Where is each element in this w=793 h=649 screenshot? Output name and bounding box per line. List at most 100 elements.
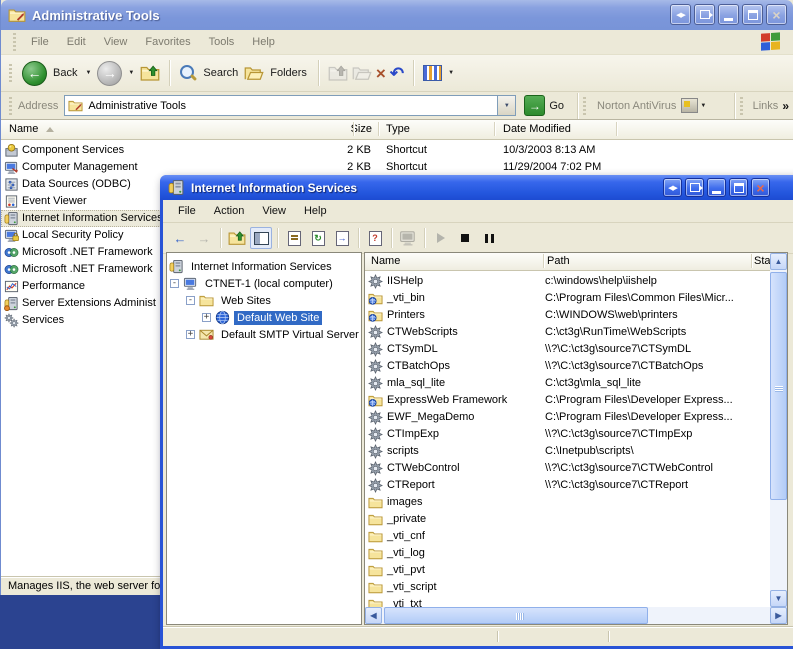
list-item[interactable]: CTSymDL\\?\C:\ct3g\source7\CTSymDL — [365, 341, 771, 358]
menu-help[interactable]: Help — [295, 203, 336, 219]
address-dropdown-button[interactable]: ▼ — [497, 96, 515, 115]
column-divider[interactable] — [353, 122, 354, 136]
copy-to-button[interactable] — [352, 63, 372, 83]
list-item[interactable]: _vti_cnf — [365, 528, 771, 545]
horizontal-scroll-thumb[interactable] — [384, 607, 648, 624]
detach-window-button[interactable] — [685, 178, 704, 197]
list-item[interactable]: EWF_MegaDemoC:\Program Files\Developer E… — [365, 409, 771, 426]
scroll-left-button[interactable]: ◀ — [365, 607, 382, 624]
views-dropdown-icon[interactable]: ▼ — [448, 70, 454, 76]
norton-antivirus-label[interactable]: Norton AntiVirus — [597, 100, 676, 112]
list-item[interactable]: _vti_log — [365, 545, 771, 562]
admin-title-bar[interactable]: Administrative Tools ◀▶ × — [1, 0, 793, 30]
iis-title-bar[interactable]: Internet Information Services ◀▶ × — [160, 175, 793, 200]
toolbar-grip[interactable] — [13, 33, 16, 51]
menu-file[interactable]: File — [169, 203, 205, 219]
address-value[interactable]: Administrative Tools — [88, 100, 497, 112]
list-item[interactable]: Component Services 2 KB Shortcut 10/3/20… — [1, 142, 793, 159]
minimize-button[interactable] — [707, 178, 726, 197]
tree-node-default-web-site[interactable]: + Default Web Site — [202, 309, 322, 326]
folders-button[interactable] — [244, 63, 264, 83]
vertical-scrollbar[interactable]: ▲ ▼ — [770, 253, 787, 607]
column-divider[interactable] — [378, 122, 379, 136]
column-header-name[interactable]: Name — [9, 123, 54, 135]
list-item[interactable]: PrintersC:\WINDOWS\web\printers — [365, 307, 771, 324]
scroll-right-button[interactable]: ▶ — [770, 607, 787, 624]
column-header-type[interactable]: Type — [386, 123, 410, 135]
toolbar-grip[interactable] — [740, 97, 743, 115]
export-list-button[interactable]: → — [331, 227, 353, 249]
folders-label[interactable]: Folders — [270, 67, 307, 79]
pan-left-right-button[interactable]: ◀▶ — [670, 4, 691, 25]
back-dropdown-icon[interactable]: ▼ — [85, 70, 91, 76]
column-header-size[interactable]: Size — [306, 123, 372, 135]
column-divider[interactable] — [543, 254, 544, 268]
tree-node-web-sites[interactable]: - Web Sites — [186, 292, 274, 309]
menu-action[interactable]: Action — [205, 203, 254, 219]
close-button[interactable]: × — [751, 178, 770, 197]
scroll-down-button[interactable]: ▼ — [770, 590, 787, 607]
list-item[interactable]: scriptsC:\Inetpub\scripts\ — [365, 443, 771, 460]
list-item[interactable]: _private — [365, 511, 771, 528]
start-item-button[interactable] — [430, 227, 452, 249]
detach-window-button[interactable] — [694, 4, 715, 25]
collapse-icon[interactable]: - — [170, 279, 179, 288]
refresh-button[interactable]: ↻ — [307, 227, 329, 249]
maximize-button[interactable] — [742, 4, 763, 25]
scroll-up-button[interactable]: ▲ — [770, 253, 787, 270]
norton-dropdown-icon[interactable]: ▼ — [700, 103, 706, 109]
toolbar-grip[interactable] — [9, 97, 12, 115]
column-divider[interactable] — [616, 122, 617, 136]
address-combo[interactable]: Administrative Tools ▼ — [64, 95, 516, 116]
list-item[interactable]: images — [365, 494, 771, 511]
back-label[interactable]: Back — [53, 67, 77, 79]
tree-node-computer[interactable]: - CTNET-1 (local computer) — [170, 275, 336, 292]
close-button[interactable]: × — [766, 4, 787, 25]
connect-computer-button[interactable] — [397, 227, 419, 249]
maximize-button[interactable] — [729, 178, 748, 197]
list-item[interactable]: _vti_binC:\Program Files\Common Files\Mi… — [365, 290, 771, 307]
search-label[interactable]: Search — [203, 67, 238, 79]
forward-button[interactable]: → — [97, 61, 122, 86]
column-header-date-modified[interactable]: Date Modified — [503, 123, 571, 135]
show-hide-console-tree-button[interactable] — [250, 227, 272, 249]
back-button[interactable]: ← — [169, 227, 191, 249]
column-header-path[interactable]: Path — [547, 255, 570, 267]
menu-view[interactable]: View — [253, 203, 295, 219]
list-item[interactable]: ExpressWeb FrameworkC:\Program Files\Dev… — [365, 392, 771, 409]
vertical-scroll-thumb[interactable] — [770, 272, 787, 500]
search-icon[interactable] — [179, 64, 197, 82]
menu-file[interactable]: File — [22, 33, 58, 51]
horizontal-scrollbar[interactable]: ◀ ▶ — [365, 607, 787, 624]
column-header-status[interactable]: Status — [754, 255, 771, 267]
list-item[interactable]: CTWebControl\\?\C:\ct3g\source7\CTWebCon… — [365, 460, 771, 477]
expand-icon[interactable]: + — [202, 313, 211, 322]
forward-button[interactable]: → — [193, 227, 215, 249]
go-label[interactable]: Go — [549, 100, 564, 112]
pan-left-right-button[interactable]: ◀▶ — [663, 178, 682, 197]
forward-dropdown-icon[interactable]: ▼ — [128, 70, 134, 76]
toolbar-grip[interactable] — [583, 97, 586, 115]
move-to-button[interactable] — [328, 63, 348, 83]
back-button[interactable]: ← — [22, 61, 47, 86]
up-one-level-button[interactable] — [226, 227, 248, 249]
column-divider[interactable] — [494, 122, 495, 136]
list-item[interactable]: CTImpExp\\?\C:\ct3g\source7\CTImpExp — [365, 426, 771, 443]
help-button[interactable]: ? — [364, 227, 386, 249]
links-chevron-icon[interactable]: » — [782, 99, 789, 113]
stop-item-button[interactable] — [454, 227, 476, 249]
list-item[interactable]: _vti_pvt — [365, 562, 771, 579]
up-one-level-button[interactable] — [140, 63, 160, 83]
norton-antivirus-icon[interactable] — [681, 98, 698, 113]
views-button[interactable] — [423, 65, 442, 81]
column-divider[interactable] — [751, 254, 752, 268]
column-header-name[interactable]: Name — [371, 255, 400, 267]
list-item[interactable]: Computer Management 2 KB Shortcut 11/29/… — [1, 159, 793, 176]
properties-button[interactable] — [283, 227, 305, 249]
list-item[interactable]: CTWebScriptsC:\ct3g\RunTime\WebScripts — [365, 324, 771, 341]
menu-view[interactable]: View — [95, 33, 137, 51]
menu-favorites[interactable]: Favorites — [136, 33, 199, 51]
collapse-icon[interactable]: - — [186, 296, 195, 305]
undo-button[interactable]: ↶ — [390, 65, 404, 82]
list-item[interactable]: mla_sql_liteC:\ct3g\mla_sql_lite — [365, 375, 771, 392]
